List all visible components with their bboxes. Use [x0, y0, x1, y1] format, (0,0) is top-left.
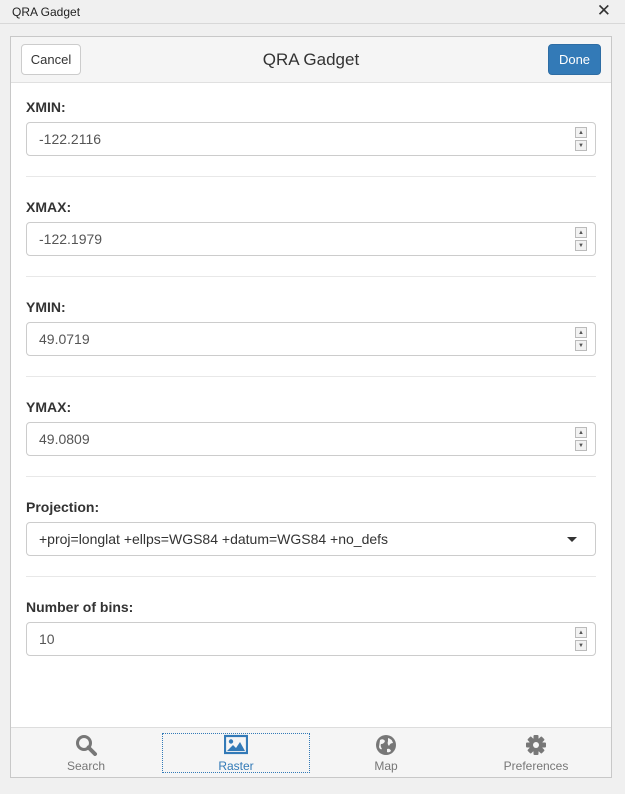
tab-map[interactable]: Map [311, 728, 461, 777]
ymax-value: 49.0809 [39, 431, 90, 447]
tab-search-label: Search [66, 759, 106, 773]
tab-bar: Search Raster Map Preferences [11, 727, 611, 777]
bins-label: Number of bins: [26, 599, 134, 615]
bins-spinner: ▲ ▼ [575, 627, 589, 651]
spin-down-icon[interactable]: ▼ [575, 440, 587, 451]
spin-down-icon[interactable]: ▼ [575, 340, 587, 351]
window-title: QRA Gadget [12, 5, 81, 19]
chevron-down-icon [567, 537, 577, 542]
ymin-value: 49.0719 [39, 331, 90, 347]
done-button[interactable]: Done [548, 44, 601, 75]
window-titlebar: QRA Gadget ✕ [0, 0, 625, 24]
bins-input[interactable]: 10 ▲ ▼ [26, 622, 596, 656]
spin-down-icon[interactable]: ▼ [575, 140, 587, 151]
ymax-input[interactable]: 49.0809 ▲ ▼ [26, 422, 596, 456]
spin-up-icon[interactable]: ▲ [575, 227, 587, 238]
divider [26, 576, 596, 577]
xmin-label: XMIN: [26, 99, 66, 115]
bins-value: 10 [39, 631, 55, 647]
projection-select[interactable]: +proj=longlat +ellps=WGS84 +datum=WGS84 … [26, 522, 596, 556]
spin-up-icon[interactable]: ▲ [575, 327, 587, 338]
gadget-title: QRA Gadget [262, 50, 360, 69]
ymin-label: YMIN: [26, 299, 66, 315]
xmax-value: -122.1979 [39, 231, 103, 247]
spin-down-icon[interactable]: ▼ [575, 240, 587, 251]
projection-label: Projection: [26, 499, 100, 515]
xmax-label: XMAX: [26, 199, 72, 215]
spin-up-icon[interactable]: ▲ [575, 627, 587, 638]
xmax-input[interactable]: -122.1979 ▲ ▼ [26, 222, 596, 256]
xmin-value: -122.2116 [39, 131, 102, 147]
divider [26, 276, 596, 277]
gadget-window: Cancel QRA Gadget Done XMIN: -122.2116 ▲… [10, 36, 612, 778]
ymin-spinner: ▲ ▼ [575, 327, 589, 351]
search-icon [76, 735, 97, 756]
divider [26, 176, 596, 177]
globe-icon [376, 735, 396, 755]
divider [26, 476, 596, 477]
spin-up-icon[interactable]: ▲ [575, 427, 587, 438]
ymax-label: YMAX: [26, 399, 72, 415]
ymax-spinner: ▲ ▼ [575, 427, 589, 451]
xmax-spinner: ▲ ▼ [575, 227, 589, 251]
tab-map-label: Map [374, 759, 398, 773]
close-icon[interactable]: ✕ [597, 2, 611, 20]
tab-search[interactable]: Search [11, 728, 161, 777]
tab-preferences[interactable]: Preferences [461, 728, 611, 777]
xmin-spinner: ▲ ▼ [575, 127, 589, 151]
projection-value: +proj=longlat +ellps=WGS84 +datum=WGS84 … [39, 531, 389, 547]
xmin-input[interactable]: -122.2116 ▲ ▼ [26, 122, 596, 156]
spin-down-icon[interactable]: ▼ [575, 640, 587, 651]
tab-preferences-label: Preferences [503, 759, 569, 773]
tab-raster-label: Raster [218, 759, 254, 773]
image-icon [224, 734, 248, 755]
divider [26, 376, 596, 377]
tab-raster[interactable]: Raster [161, 728, 311, 777]
spin-up-icon[interactable]: ▲ [575, 127, 587, 138]
gadget-header: Cancel QRA Gadget Done [11, 37, 611, 83]
gear-icon [526, 735, 546, 755]
ymin-input[interactable]: 49.0719 ▲ ▼ [26, 322, 596, 356]
